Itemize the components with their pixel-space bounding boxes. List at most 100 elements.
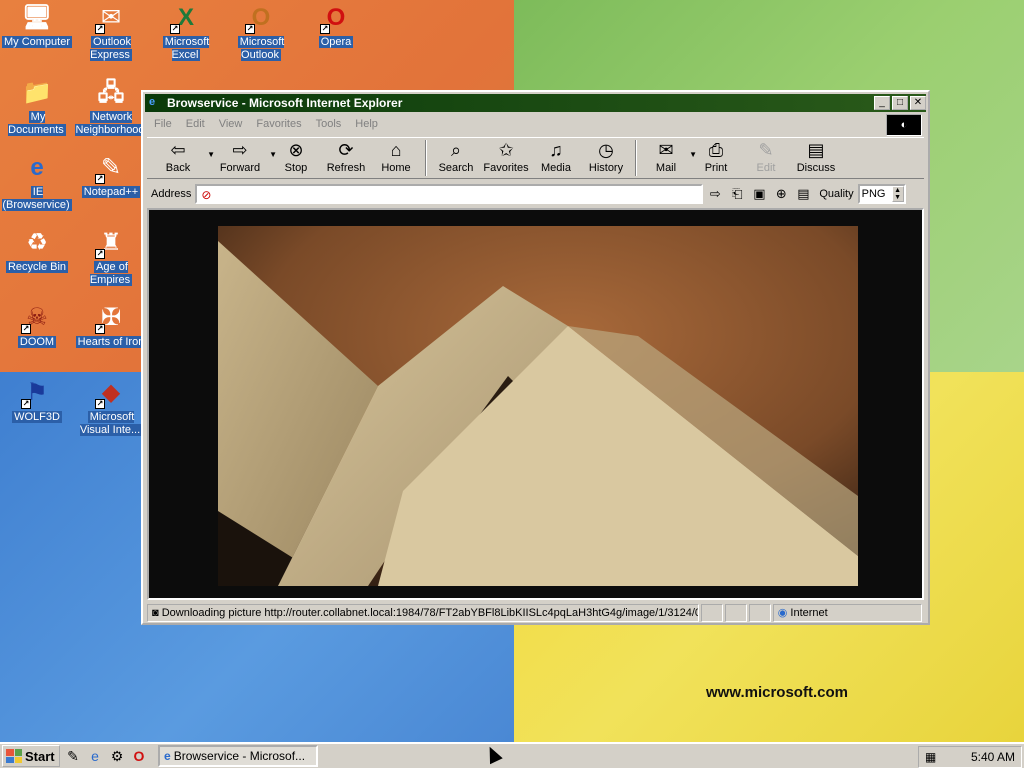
menu-help[interactable]: Help (348, 118, 385, 130)
desktop-icon-label: Network Neighborhood (75, 111, 147, 136)
status-text-panel: ◙ Downloading picture http://router.coll… (147, 604, 700, 622)
save-image-icon[interactable]: ▣ (749, 184, 769, 204)
quality-spin-icon[interactable]: ▲ ▼ (891, 186, 904, 202)
desktop-icon-label: Outlook Express (90, 36, 132, 61)
menu-file[interactable]: File (147, 118, 179, 130)
tray-network-icon[interactable]: ▦ (925, 750, 936, 764)
network-icon: 🖧 (97, 79, 125, 106)
shortcut-arrow-icon: ↗ (320, 24, 330, 34)
stop-button[interactable]: ⊗ Stop (271, 138, 321, 174)
shortcut-arrow-icon: ↗ (95, 324, 105, 334)
desktop-icon[interactable]: ☠ ↗ DOOM (0, 302, 74, 349)
boxes-photo (218, 226, 858, 586)
forward-button[interactable]: ⇨ Forward ▼ (209, 138, 277, 174)
outlook-express-icon: ✉ ↗ (95, 4, 122, 34)
desktop-icon[interactable]: 📁 My Documents (0, 77, 74, 137)
refresh-icon: ⟳ (338, 140, 354, 160)
desktop-icon[interactable]: O ↗ Microsoft Outlook (224, 2, 298, 62)
desktop-icon-label: Notepad++ (81, 186, 141, 198)
desktop-icon[interactable]: 🖧 Network Neighborhood (74, 77, 148, 137)
ie-quicklaunch-icon[interactable]: e (86, 747, 104, 765)
remote-page-image[interactable] (218, 226, 858, 586)
maximize-button[interactable]: □ (892, 96, 908, 110)
mail-button[interactable]: ✉ Mail ▼ (641, 138, 697, 174)
desktop-icon[interactable]: ◆ ↗ Microsoft Visual Inte... (74, 377, 148, 437)
home-button[interactable]: ⌂ Home (371, 138, 421, 174)
browser-window[interactable]: e Browservice - Microsoft Internet Explo… (141, 90, 930, 625)
media-button[interactable]: ♫ Media (531, 138, 581, 174)
ie-throbber-icon: ◐ (886, 114, 922, 136)
outlook-icon: O ↗ (245, 4, 271, 34)
page-viewport[interactable] (147, 208, 924, 600)
visual-interdev-icon: ◆ ↗ (95, 379, 121, 409)
forward-arrow-icon: ⇨ (232, 140, 248, 160)
desktop-icon[interactable]: ⚑ ↗ WOLF3D (0, 377, 74, 424)
globe-icon: ◉ (777, 607, 791, 619)
taskbar-browservice-button[interactable]: e Browservice - Microsof... (158, 745, 318, 767)
zone-label: Internet (790, 607, 828, 619)
desktop-icon[interactable]: 🖥 My Computer (0, 2, 74, 49)
favorites-button[interactable]: ✩ Favorites (481, 138, 531, 174)
broken-page-icon: ⊘ (201, 188, 212, 202)
desktop-icon[interactable]: ✠ ↗ Hearts of Iron (74, 302, 148, 349)
desktop-icon-label: Recycle Bin (5, 261, 69, 273)
toolbar-label: Discuss (796, 162, 836, 174)
back-button[interactable]: ⇦ Back ▼ (147, 138, 215, 174)
discuss-button[interactable]: ▤ Discuss (791, 138, 841, 174)
print-button[interactable]: ⎙ Print (691, 138, 741, 174)
toolbar-label: History (588, 162, 624, 174)
close-button[interactable]: ✕ (910, 96, 926, 110)
show-desktop-icon[interactable]: ✎ (64, 747, 82, 765)
status-panel-3 (724, 604, 747, 622)
search-icon: ⌕ (450, 140, 462, 160)
stop-icon: ⊗ (288, 140, 304, 160)
recycle-bin-icon: ♻ (26, 229, 48, 256)
toolbar-label: Mail (655, 162, 677, 174)
menu-bar: File Edit View Favorites Tools Help (147, 114, 924, 134)
go-arrow-icon[interactable]: ⇨ (705, 184, 725, 204)
menu-view[interactable]: View (212, 118, 250, 130)
bookmark-icon[interactable]: ⎗ (727, 184, 747, 204)
toolbar-label: Home (381, 162, 411, 174)
opera-quicklaunch-icon[interactable]: O (130, 747, 148, 765)
status-panel-2 (701, 604, 723, 622)
quality-select[interactable]: PNG ▲ ▼ (857, 184, 906, 204)
media-icon: ♫ (549, 140, 563, 160)
address-input[interactable]: ⊘ (195, 184, 704, 204)
refresh-button[interactable]: ⟳ Refresh (321, 138, 371, 174)
desktop-icon-label: DOOM (17, 336, 57, 348)
desktop-icon-label: My Computer (1, 36, 73, 48)
address-bar: Address ⊘ ⇨ ⎗ ▣ ⊕ ▤ Quality PNG ▲ ▼ (147, 182, 924, 206)
discuss-icon: ▤ (807, 140, 825, 160)
find-icon[interactable]: ⊕ (771, 184, 791, 204)
desktop-icon-label: IE (Browservice) (2, 186, 72, 211)
clock[interactable]: 5:40 AM (971, 750, 1015, 764)
toolbar-label: Search (438, 162, 474, 174)
history-button[interactable]: ◷ History (581, 138, 631, 174)
channels-icon[interactable]: ⚙ (108, 747, 126, 765)
search-button[interactable]: ⌕ Search (431, 138, 481, 174)
doom-icon: ☠ ↗ (21, 304, 48, 334)
desktop-icon[interactable]: O ↗ Opera (299, 2, 373, 49)
desktop-icon[interactable]: ♜ ↗ Age of Empires (74, 227, 148, 287)
desktop-icon[interactable]: X ↗ Microsoft Excel (149, 2, 223, 62)
folder-icon: 📁 (22, 79, 52, 106)
desktop-icon[interactable]: ✉ ↗ Outlook Express (74, 2, 148, 62)
desktop-icon-label: Microsoft Visual Inte... (79, 411, 143, 436)
minimize-button[interactable]: _ (874, 96, 890, 110)
desktop-icon[interactable]: ♻ Recycle Bin (0, 227, 74, 274)
desktop-icon-label: WOLF3D (12, 411, 62, 423)
menu-favorites[interactable]: Favorites (249, 118, 308, 130)
desktop-icon[interactable]: ✎ ↗ Notepad++ (74, 152, 148, 199)
toolbar-label: Edit (756, 162, 776, 174)
home-icon: ⌂ (390, 140, 402, 160)
title-bar[interactable]: e Browservice - Microsoft Internet Explo… (145, 94, 926, 112)
menu-edit[interactable]: Edit (179, 118, 212, 130)
desktop-icon-label: Microsoft Excel (162, 36, 210, 61)
clipboard-icon[interactable]: ▤ (793, 184, 813, 204)
start-button[interactable]: Start (2, 745, 60, 767)
window-title: Browservice - Microsoft Internet Explore… (167, 96, 403, 110)
menu-tools[interactable]: Tools (309, 118, 349, 130)
shortcut-arrow-icon: ↗ (21, 324, 31, 334)
desktop-icon[interactable]: e IE (Browservice) (0, 152, 74, 212)
